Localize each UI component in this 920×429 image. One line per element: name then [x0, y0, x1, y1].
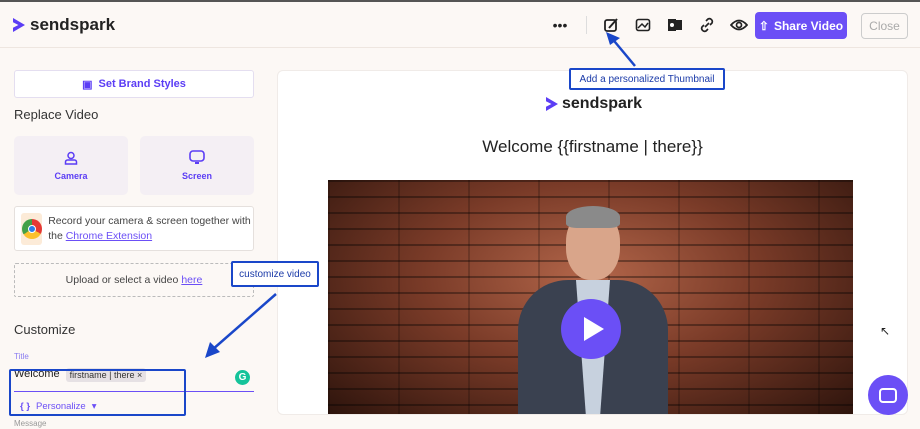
preview-brand: sendspark: [562, 95, 643, 112]
preview-logo: sendspark: [546, 95, 642, 113]
screen-button[interactable]: Screen: [140, 136, 254, 195]
customize-heading: Customize: [14, 322, 76, 337]
logo[interactable]: sendspark: [13, 15, 115, 35]
camera-label: Camera: [54, 170, 88, 181]
share-label: Share Video: [773, 18, 844, 33]
header: sendspark ••• ⇧ Share Video Close: [0, 2, 920, 48]
video-player[interactable]: [328, 180, 853, 414]
chrome-extension-banner: Record your camera & screen together wit…: [14, 206, 254, 251]
mouse-cursor-icon: ↖: [880, 324, 891, 338]
chat-launcher-button[interactable]: [868, 375, 908, 415]
upload-here-link[interactable]: here: [181, 274, 202, 286]
annotation-arrow: [205, 293, 277, 358]
divider: [586, 16, 587, 34]
thumbnail-annotation: Add a personalized Thumbnail: [569, 68, 725, 90]
palette-icon: ▣: [82, 78, 93, 91]
annotation-arrow: [606, 32, 636, 67]
message-label: Message: [14, 419, 47, 428]
share-video-button[interactable]: ⇧ Share Video: [755, 12, 847, 39]
sendspark-logo-icon: [13, 18, 25, 32]
outlook-icon[interactable]: [663, 14, 687, 36]
replace-video-heading: Replace Video: [14, 107, 99, 122]
chrome-icon: [21, 212, 43, 245]
user-icon: [64, 151, 78, 165]
customize-annotation: customize video: [231, 261, 319, 287]
sendspark-logo-icon: [546, 97, 558, 111]
chat-icon: [879, 387, 897, 403]
title-highlight-box: [9, 369, 186, 416]
play-icon: [583, 317, 604, 341]
title-label: Title: [14, 352, 29, 361]
brand-styles-label: Set Brand Styles: [98, 78, 186, 90]
upload-icon: ⇧: [758, 18, 769, 33]
grammarly-icon[interactable]: G: [235, 370, 250, 385]
upload-text: Upload or select a video: [65, 274, 179, 286]
preview-title: Welcome {{firstname | there}}: [482, 137, 703, 156]
monitor-icon: [189, 150, 205, 164]
screen-label: Screen: [181, 171, 213, 181]
play-button[interactable]: [561, 299, 621, 359]
brand-name: sendspark: [30, 15, 116, 34]
eye-icon[interactable]: [727, 14, 751, 36]
close-button[interactable]: Close: [861, 13, 908, 39]
chrome-extension-link[interactable]: Chrome Extension: [66, 230, 152, 242]
video-preview-card: sendspark Welcome {{firstname | there}}: [277, 70, 908, 415]
more-icon[interactable]: •••: [548, 14, 572, 36]
toolbar: •••: [548, 14, 759, 36]
link-icon[interactable]: [695, 14, 719, 36]
camera-button[interactable]: Camera: [14, 136, 128, 195]
set-brand-styles-button[interactable]: ▣ Set Brand Styles: [14, 70, 254, 98]
